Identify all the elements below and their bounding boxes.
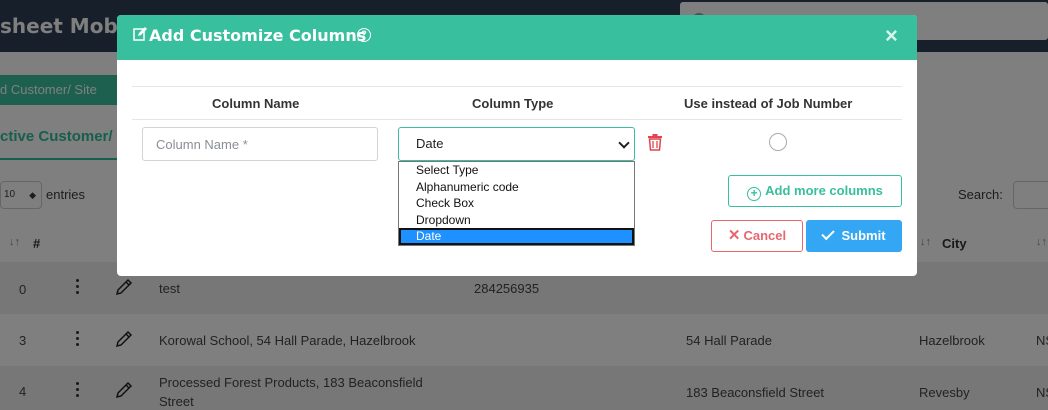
close-icon[interactable]: × (885, 25, 898, 47)
table-divider (132, 119, 902, 120)
table-divider (132, 86, 902, 87)
column-type-select[interactable]: Date (398, 127, 635, 161)
use-instead-radio[interactable] (769, 133, 787, 151)
modal-header: Add Customize Columns ? × (117, 15, 917, 60)
x-icon: ✕ (727, 227, 741, 244)
trash-icon[interactable] (648, 134, 662, 151)
column-header-name: Column Name (212, 96, 300, 111)
cancel-label: Cancel (743, 228, 787, 243)
add-more-columns-label: Add more columns (765, 183, 883, 198)
column-header-type: Column Type (472, 96, 554, 111)
submit-button[interactable]: Submit (806, 220, 902, 252)
help-icon[interactable]: ? (357, 28, 371, 42)
check-icon (821, 226, 836, 241)
add-more-columns-button[interactable]: + Add more columns (728, 175, 902, 207)
modal-title: Add Customize Columns (149, 26, 367, 45)
column-header-use-instead: Use instead of Job Number (684, 96, 853, 111)
cancel-button[interactable]: ✕ Cancel (711, 220, 803, 252)
option-alphanumeric-code[interactable]: Alphanumeric code (399, 179, 634, 196)
option-select-type[interactable]: Select Type (399, 162, 634, 179)
column-name-input[interactable] (142, 127, 378, 161)
column-type-dropdown-list: Select Type Alphanumeric code Check Box … (398, 161, 635, 246)
option-dropdown[interactable]: Dropdown (399, 212, 634, 229)
chevron-down-icon (618, 137, 630, 149)
option-date[interactable]: Date (399, 228, 634, 245)
submit-label: Submit (841, 228, 886, 243)
add-customize-columns-modal: Add Customize Columns ? × Column Name Co… (117, 15, 917, 276)
option-check-box[interactable]: Check Box (399, 195, 634, 212)
edit-icon (133, 27, 147, 41)
column-type-value: Date (416, 136, 444, 151)
plus-circle-icon: + (747, 187, 762, 201)
